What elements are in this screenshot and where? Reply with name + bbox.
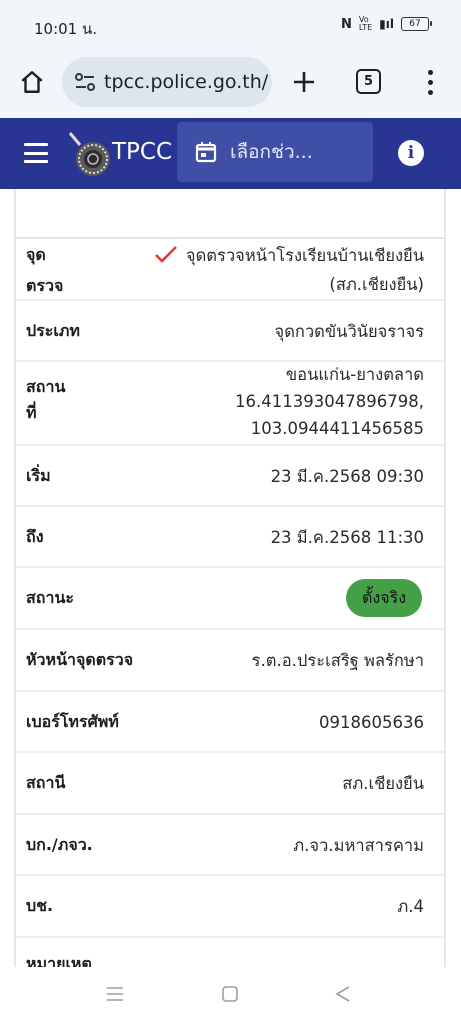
status-label: สถานะ xyxy=(26,588,74,607)
detail-row-start: เริ่ม 23 มี.ค.2568 09:30 xyxy=(16,446,444,507)
detail-card: จุด ตรวจ จุดตรวจหน้าโรงเรียนบ้านเชียงยืน… xyxy=(14,189,446,967)
home-nav-icon[interactable] xyxy=(221,985,239,1003)
home-button[interactable] xyxy=(16,66,48,98)
status-time: 10:01 น. xyxy=(34,20,98,38)
detail-row-type: ประเภท จุดกวดขันวินัยจราจร xyxy=(16,301,444,362)
division-label: บก./ภจว. xyxy=(26,835,93,854)
volte-icon: Vo LTE xyxy=(358,15,373,32)
detail-row-division: บก./ภจว. ภ.จว.มหาสารคาม xyxy=(16,815,444,876)
station-value: สภ.เชียงยืน xyxy=(342,774,424,793)
browser-toolbar: tpcc.police.go.th/ 5 xyxy=(0,52,461,118)
detail-row-location: สถาน ที่ ขอนแก่น-ยางตลาด 16.411393047896… xyxy=(16,362,444,446)
detail-row-note: หมายเหตุ xyxy=(16,938,444,967)
chief-label: หัวหน้าจุดตรวจ xyxy=(26,650,134,669)
new-tab-button[interactable] xyxy=(288,66,320,98)
type-value: จุดกวดขันวินัยจราจร xyxy=(274,322,424,341)
check-icon xyxy=(155,246,177,263)
phone-label: เบอร์โทรศัพท์ xyxy=(26,712,119,731)
system-nav-bar xyxy=(0,967,461,1024)
url-field[interactable]: tpcc.police.go.th/ xyxy=(62,57,272,107)
recent-apps-icon[interactable] xyxy=(106,985,124,1003)
bureau-value: ภ.4 xyxy=(397,897,424,916)
tab-switcher-button[interactable]: 5 xyxy=(356,69,381,94)
more-icon xyxy=(427,69,433,75)
end-value: 23 มี.ค.2568 11:30 xyxy=(270,528,424,547)
menu-icon[interactable] xyxy=(24,143,48,163)
detail-row-bureau: บช. ภ.4 xyxy=(16,876,444,938)
station-label: สถานี xyxy=(26,773,66,792)
detail-row-phone: เบอร์โทรศัพท์ 0918605636 xyxy=(16,692,444,753)
detail-row-checkpoint xyxy=(16,189,444,239)
division-value: ภ.จว.มหาสารคาม xyxy=(293,836,424,855)
bureau-label: บช. xyxy=(26,896,54,915)
type-label: ประเภท xyxy=(26,321,80,340)
nfc-icon: N xyxy=(340,16,352,32)
checkpoint-name: จุดตรวจหน้าโรงเรียนบ้านเชียงยืน (สภ.เชีย… xyxy=(185,246,424,294)
police-logo xyxy=(68,132,110,176)
info-icon[interactable]: i xyxy=(398,140,424,166)
detail-row-checkpoint: จุด ตรวจ จุดตรวจหน้าโรงเรียนบ้านเชียงยืน… xyxy=(16,239,444,301)
back-icon[interactable] xyxy=(334,985,352,1003)
brand-title: TPCC xyxy=(112,139,173,165)
detail-row-status: สถานะ ตั้งจริง xyxy=(16,568,444,630)
start-label: เริ่ม xyxy=(26,466,51,485)
detail-row-end: ถึง 23 มี.ค.2568 11:30 xyxy=(16,507,444,568)
status-badge: ตั้งจริง xyxy=(346,579,422,617)
status-icons: N Vo LTE ▮ıl 67 xyxy=(340,15,432,32)
chief-value: ร.ต.อ.ประเสริฐ พลรักษา xyxy=(251,651,424,670)
app-bar: TPCC เลือกช่ว... i xyxy=(0,118,461,189)
browser-menu-button[interactable] xyxy=(418,66,442,98)
start-value: 23 มี.ค.2568 09:30 xyxy=(270,467,424,486)
checkpoint-detail: จุด ตรวจ จุดตรวจหน้าโรงเรียนบ้านเชียงยืน… xyxy=(0,189,461,967)
tab-count: 5 xyxy=(363,74,374,89)
signal-icon: ▮ıl xyxy=(379,17,394,31)
end-label: ถึง xyxy=(26,527,44,546)
plus-icon xyxy=(294,72,314,92)
calendar-icon xyxy=(195,142,217,163)
location-label: สถาน ที่ xyxy=(26,377,66,422)
phone-value[interactable]: 0918605636 xyxy=(319,708,424,737)
checkpoint-value: จุดตรวจหน้าโรงเรียนบ้านเชียงยืน (สภ.เชีย… xyxy=(154,241,424,299)
note-label: หมายเหตุ xyxy=(26,954,92,967)
battery-icon: 67 xyxy=(401,17,432,31)
battery-level: 67 xyxy=(409,19,421,29)
location-value: ขอนแก่น-ยางตลาด 16.411393047896798, 103.… xyxy=(235,365,424,438)
detail-row-chief: หัวหน้าจุดตรวจ ร.ต.อ.ประเสริฐ พลรักษา xyxy=(16,630,444,692)
url-text: tpcc.police.go.th/ xyxy=(104,71,269,93)
date-range-picker[interactable]: เลือกช่ว... xyxy=(177,122,373,182)
home-icon xyxy=(21,71,43,93)
detail-row-station: สถานี สภ.เชียงยืน xyxy=(16,753,444,815)
status-bar: 10:01 น. N Vo LTE ▮ıl 67 xyxy=(0,0,461,52)
date-range-placeholder: เลือกช่ว... xyxy=(230,141,313,163)
site-settings-icon[interactable] xyxy=(74,71,96,93)
checkpoint-label: จุด ตรวจ xyxy=(26,245,64,295)
